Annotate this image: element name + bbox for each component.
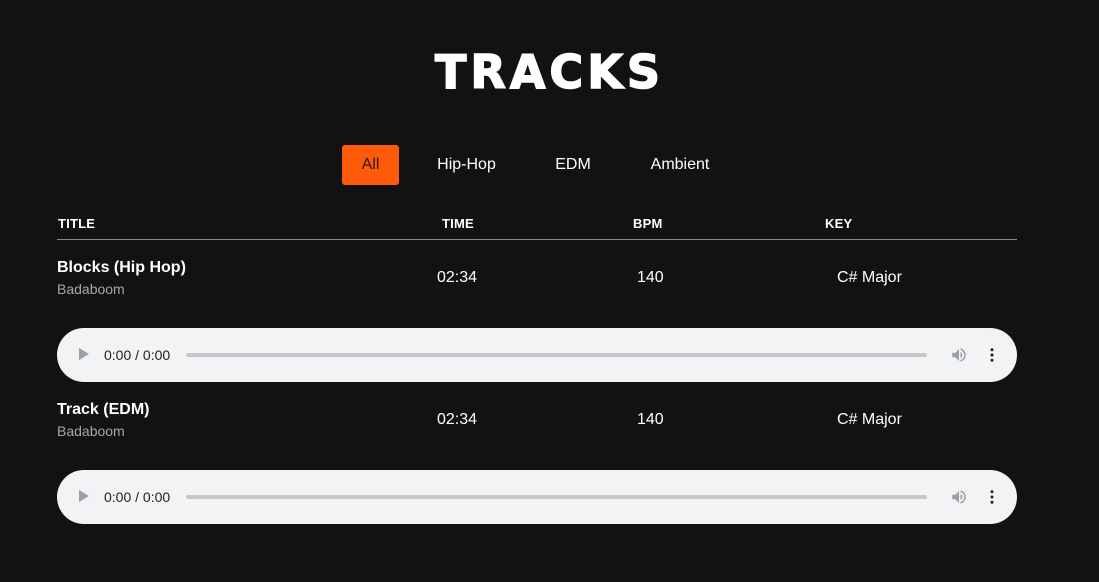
column-header-bpm: BPM [633, 216, 663, 231]
track-artist: Badaboom [57, 281, 125, 297]
audio-player[interactable]: 0:00 / 0:00 [57, 470, 1017, 524]
track-row: Blocks (Hip Hop) Badaboom 02:34 140 C# M… [57, 259, 1017, 305]
play-icon[interactable] [79, 490, 89, 502]
track-key: C# Major [837, 411, 902, 428]
player-time-display: 0:00 / 0:00 [104, 489, 171, 505]
filter-all[interactable]: All [342, 145, 399, 185]
audio-player[interactable]: 0:00 / 0:00 [57, 328, 1017, 382]
column-header-time: TIME [442, 216, 474, 231]
track-time: 02:34 [437, 411, 478, 428]
track-bpm: 140 [637, 411, 664, 428]
track-table-header: TITLE TIME BPM KEY [57, 214, 1017, 240]
column-header-title: TITLE [58, 216, 96, 231]
play-icon[interactable] [79, 348, 89, 360]
page-title: TRACKS [434, 44, 664, 100]
track-key: C# Major [837, 269, 902, 286]
seek-bar[interactable] [186, 353, 927, 357]
filter-ambient[interactable]: Ambient [650, 145, 710, 185]
track-time: 02:34 [437, 269, 478, 286]
player-time-display: 0:00 / 0:00 [104, 347, 171, 363]
tracks-page: TRACKS All Hip-Hop EDM Ambient TITLE TIM… [0, 0, 1099, 582]
track-row: Track (EDM) Badaboom 02:34 140 C# Major [57, 401, 1017, 447]
seek-bar[interactable] [186, 495, 927, 499]
column-header-key: KEY [825, 216, 853, 231]
filter-hip-hop[interactable]: Hip-Hop [437, 145, 496, 185]
more-vertical-icon[interactable] [983, 346, 1001, 364]
volume-icon[interactable] [950, 488, 968, 506]
more-vertical-icon[interactable] [983, 488, 1001, 506]
track-title: Blocks (Hip Hop) [57, 259, 186, 276]
genre-filter-bar: All Hip-Hop EDM Ambient [342, 145, 710, 185]
volume-icon[interactable] [950, 346, 968, 364]
filter-edm[interactable]: EDM [555, 145, 591, 185]
track-artist: Badaboom [57, 423, 125, 439]
track-title: Track (EDM) [57, 401, 150, 418]
track-bpm: 140 [637, 269, 664, 286]
